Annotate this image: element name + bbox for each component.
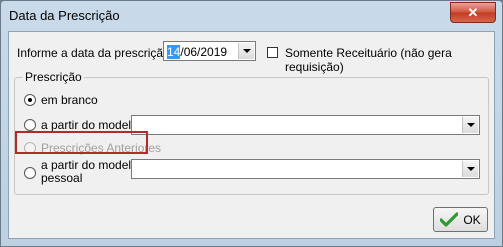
chevron-down-icon (466, 167, 475, 171)
radio-a-partir-do-modelo-label[interactable]: a partir do modelo (41, 118, 138, 132)
date-label: Informe a data da prescrição (17, 46, 170, 60)
close-icon: ✕ (467, 4, 479, 20)
check-icon (440, 211, 459, 227)
modelo-combobox[interactable] (131, 115, 480, 135)
modelo-dropdown-button[interactable] (462, 117, 478, 133)
date-value[interactable]: 14/06/2019 (167, 45, 227, 59)
modelo-pessoal-combobox[interactable] (131, 159, 480, 179)
date-dropdown-button[interactable] (238, 43, 254, 59)
chevron-down-icon (466, 123, 475, 127)
ok-button[interactable]: OK (433, 207, 488, 232)
dialog-body: Informe a data da prescrição 14/06/2019 … (8, 31, 495, 239)
ok-button-label: OK (463, 212, 481, 227)
radio-modelo-pessoal-label-line2[interactable]: pessoal (41, 171, 82, 185)
title-bar[interactable]: Data da Prescrição ✕ (1, 1, 502, 31)
somente-receituario-label[interactable]: Somente Receituário (não gera requisição… (285, 46, 494, 74)
radio-modelo-pessoal[interactable] (24, 167, 36, 179)
modelo-pessoal-dropdown-button[interactable] (462, 161, 478, 177)
dialog-window: Data da Prescrição ✕ Informe a data da p… (0, 0, 503, 247)
prescricao-group-title: Prescrição (23, 70, 84, 84)
chevron-down-icon (242, 49, 251, 53)
window-title: Data da Prescrição (9, 8, 120, 23)
date-picker[interactable]: 14/06/2019 (163, 41, 256, 61)
date-month-year: /06/2019 (180, 45, 228, 59)
somente-receituario-checkbox[interactable] (267, 47, 278, 58)
radio-a-partir-do-modelo[interactable] (24, 119, 36, 131)
radio-em-branco[interactable] (24, 94, 36, 106)
annotation-highlight-box (15, 131, 148, 154)
radio-modelo-pessoal-label-line1[interactable]: a partir do modelo (41, 158, 138, 172)
radio-em-branco-label[interactable]: em branco (41, 93, 98, 107)
close-button[interactable]: ✕ (450, 2, 496, 23)
date-day-selected: 14 (167, 45, 181, 59)
